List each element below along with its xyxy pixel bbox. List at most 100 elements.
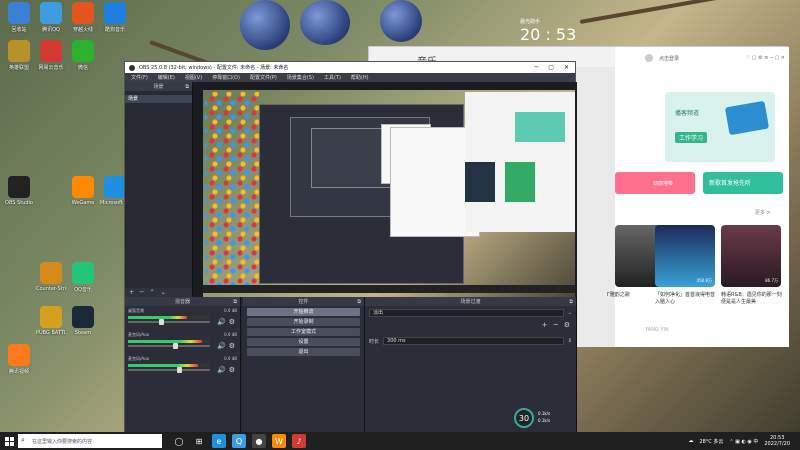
obs-titlebar[interactable]: OBS 25.0.8 (32-bit, windows) - 配置文件: 未命名… — [125, 62, 575, 73]
duration-input[interactable]: 300 ms — [383, 337, 564, 345]
desktop-icon[interactable]: 穿越火线 — [68, 2, 98, 33]
edge-icon[interactable]: e — [212, 434, 226, 448]
podcast-card[interactable]: 播客频道 工作学习 — [665, 92, 775, 162]
singer-card[interactable]: 450.8万 — [655, 225, 715, 287]
desktop-icon[interactable]: QQ音乐 — [68, 262, 98, 293]
singer-caption: 「如何净化」首首浪得电音入脑入心 — [655, 292, 716, 305]
desktop-icon[interactable]: 微信 — [68, 40, 98, 71]
desktop-icon-label: 微信 — [77, 65, 88, 71]
desktop-icon[interactable]: 英雄联盟 — [4, 40, 34, 71]
desktop-icon[interactable]: PUBG BATTLEGR... — [36, 306, 66, 336]
controls-dock[interactable]: 控件 ⧉ 开始推流开始录制工作室模式设置退出 — [243, 297, 365, 434]
gear-icon[interactable]: ⚙ — [564, 321, 570, 329]
login-link[interactable]: 点击登录 — [659, 55, 679, 62]
menu-item[interactable]: 帮助(H) — [351, 74, 369, 81]
up-arrow-icon[interactable]: ⌃ — [150, 289, 155, 296]
widgets-icon[interactable]: ⊞ — [192, 434, 206, 448]
volume-slider[interactable] — [128, 343, 210, 349]
control-button[interactable]: 工作室模式 — [247, 328, 360, 336]
desktop-icon[interactable]: 腾讯QQ — [36, 2, 66, 33]
desktop-icon[interactable]: 回收站 — [4, 2, 34, 33]
down-arrow-icon[interactable]: ⌄ — [161, 289, 166, 296]
taskbar-search[interactable]: ⌕ 在这里输入你要搜索的内容 — [18, 434, 162, 448]
desktop-icon[interactable]: WeGame — [68, 176, 98, 206]
clock-widget-time: 20 : 53 — [520, 25, 577, 44]
control-button[interactable]: 开始录制 — [247, 318, 360, 326]
cpu-ring: 30 — [514, 408, 534, 428]
pink-banner[interactable]: 动感地带 — [615, 172, 695, 194]
panel-menu-icon[interactable]: ⧉ — [569, 299, 573, 305]
control-button[interactable]: 设置 — [247, 338, 360, 346]
obs-icon[interactable]: ● — [252, 434, 266, 448]
control-button[interactable]: 退出 — [247, 348, 360, 356]
obs-menubar: 文件(F) 编辑(E) 视图(V) 停靠窗口(D) 配置文件(P) 场景集合(S) 工具(T… — [125, 73, 575, 82]
slider-handle[interactable] — [177, 367, 183, 373]
minimize-icon[interactable]: ─ — [535, 64, 539, 71]
qq-icon[interactable]: Q — [232, 434, 246, 448]
panel-menu-icon[interactable]: ⧉ — [233, 299, 237, 305]
user-avatar-icon[interactable] — [645, 54, 653, 62]
mixer-channel: 桌面音频 0.0 dB 🔊 ⚙ — [128, 308, 237, 330]
desktop-icon[interactable]: 网易云音乐 — [36, 40, 66, 71]
close-icon[interactable]: ✕ — [564, 64, 569, 71]
window-controls[interactable]: ─ ▢ ✕ — [535, 64, 575, 71]
control-button[interactable]: 开始推流 — [247, 308, 360, 316]
remove-icon[interactable]: ─ — [554, 321, 558, 329]
audio-mixer-dock[interactable]: 混音器 ⧉ 桌面音频 0.0 dB 🔊 ⚙ 麦克风/Aux 0.0 dB 🔊 ⚙ 麦克风/Aux… — [125, 297, 241, 434]
window-controls[interactable]: ♡ ▢ ⚙ ≡ ─ ▢ ✕ — [746, 55, 789, 61]
task-view-icon[interactable]: ◯ — [172, 434, 186, 448]
obs-window[interactable]: OBS 25.0.8 (32-bit, windows) - 配置文件: 未命名… — [124, 61, 577, 434]
add-icon[interactable]: + — [129, 289, 134, 296]
tray-icons[interactable]: ⌃ ▣ ◐ ◉ 中 — [729, 438, 758, 445]
scene-item[interactable]: 场景 — [125, 95, 192, 103]
gear-icon[interactable]: ⚙ — [229, 318, 235, 326]
panel-menu-icon[interactable]: ⧉ — [185, 84, 189, 90]
wegame-icon[interactable]: W — [272, 434, 286, 448]
green-banner[interactable]: 新歌首发抢先听 — [703, 172, 783, 194]
preview-canvas[interactable] — [193, 82, 577, 297]
app-icon — [40, 306, 62, 328]
controls-header: 控件 ⧉ — [243, 297, 364, 306]
weather-text[interactable]: 28°C 多云 — [699, 438, 723, 445]
stepper-icon[interactable]: ⇕ — [568, 338, 572, 344]
desktop-icon[interactable]: 腾讯视频 — [4, 344, 34, 375]
menu-item[interactable]: 工具(T) — [324, 74, 341, 81]
transition-select[interactable]: 淡出 — [369, 309, 564, 317]
tray-datetime[interactable]: 20:53 2022/7/20 — [764, 435, 790, 447]
speaker-icon[interactable]: 🔊 — [217, 366, 226, 374]
menu-item[interactable]: 编辑(E) — [158, 74, 175, 81]
weather-icon[interactable]: ☁ — [688, 438, 693, 444]
gear-icon[interactable]: ⚙ — [229, 366, 235, 374]
menu-item[interactable]: 视图(V) — [185, 74, 202, 81]
more-link[interactable]: 更多 > — [755, 209, 771, 216]
channel-tools: 🔊 ⚙ — [217, 318, 235, 326]
add-icon[interactable]: + — [542, 321, 548, 329]
desktop-icon[interactable]: Steam — [68, 306, 98, 336]
menu-item[interactable]: 停靠窗口(D) — [212, 74, 240, 81]
volume-slider[interactable] — [128, 319, 210, 325]
panel-menu-icon[interactable]: ⧉ — [357, 299, 361, 305]
music-app-content[interactable]: 点击登录 ♡ ▢ ⚙ ≡ ─ ▢ ✕ 播客频道 工作学习 动感地带 新歌首发抢先… — [607, 47, 789, 347]
speaker-icon[interactable]: 🔊 — [217, 318, 226, 326]
gear-icon[interactable]: ⚙ — [229, 342, 235, 350]
singer-card[interactable]: 86.7万 — [721, 225, 781, 287]
slider-handle[interactable] — [159, 319, 165, 325]
menu-item[interactable]: 场景集合(S) — [287, 74, 314, 81]
start-button[interactable] — [0, 432, 18, 450]
slider-handle[interactable] — [173, 343, 179, 349]
menu-item[interactable]: 文件(F) — [131, 74, 148, 81]
remove-icon[interactable]: ─ — [140, 289, 144, 296]
desktop-icon-label: Steam — [74, 330, 92, 336]
maximize-icon[interactable]: ▢ — [548, 64, 554, 71]
desktop-icon[interactable]: 酷狗音乐 — [100, 2, 130, 33]
scenes-panel[interactable]: 场景 ⧉ 场景 + ─ ⌃ ⌄ — [125, 82, 193, 297]
volume-slider[interactable] — [128, 367, 210, 373]
menu-item[interactable]: 配置文件(P) — [250, 74, 277, 81]
preview-card — [465, 162, 495, 202]
desktop-icon[interactable]: OBS Studio — [4, 176, 34, 206]
desktop-icon[interactable]: Counter-Strike Global ... — [36, 262, 66, 292]
chevron-down-icon[interactable]: ⌄ — [568, 310, 572, 316]
music-icon[interactable]: ♪ — [292, 434, 306, 448]
volume-meter — [128, 364, 210, 367]
speaker-icon[interactable]: 🔊 — [217, 342, 226, 350]
